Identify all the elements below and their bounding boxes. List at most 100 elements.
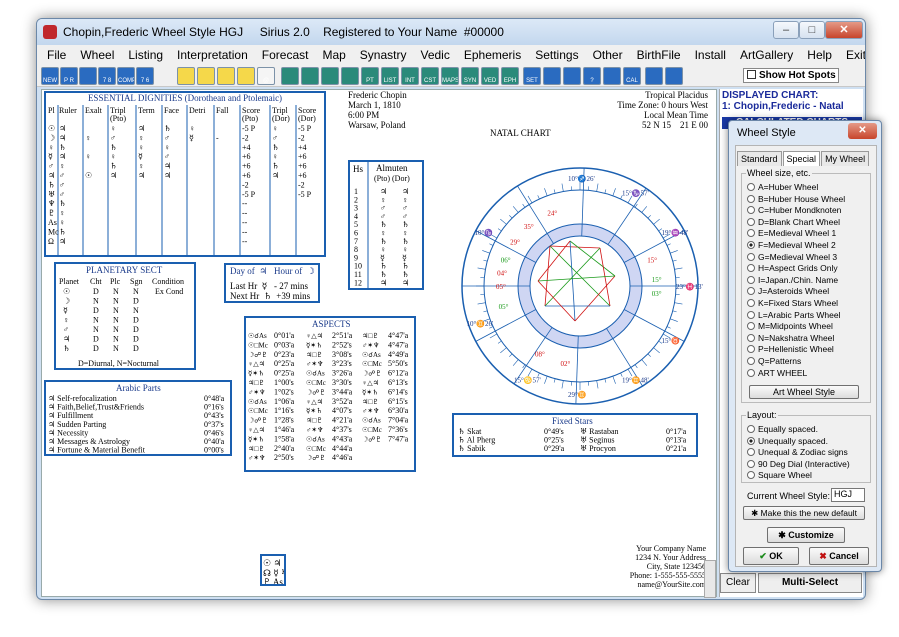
toolbar-button-icon[interactable]: 7 8 (98, 67, 116, 85)
sect-cell: D (93, 306, 99, 315)
ok-button[interactable]: ✔ OK (743, 547, 799, 565)
sect-cell: N (93, 325, 99, 334)
menu-interpretation[interactable]: Interpretation (177, 48, 248, 62)
dignities-grid: Pl Ruler Exalt Tripl(Pto)Term Face Detri Fall S… (48, 105, 317, 255)
tab-standard[interactable]: Standard (737, 151, 782, 166)
toolbar-button-icon[interactable]: @ (257, 67, 275, 85)
multi-select-button[interactable]: Multi-Select (758, 573, 862, 593)
customize-button[interactable]: ✱ Customize (767, 527, 845, 543)
toolbar-button-icon[interactable]: EPH (501, 67, 519, 85)
menu-vedic[interactable]: Vedic (420, 48, 449, 62)
toolbar-button-icon[interactable]: SYN (461, 67, 479, 85)
minimize-button[interactable]: – (773, 21, 799, 39)
wheel-option-radio[interactable]: E=Medieval Wheel 1 (747, 228, 836, 238)
wheel-option-radio[interactable]: G=Medieval Wheel 3 (747, 252, 837, 262)
toolbar-button-icon[interactable] (543, 67, 561, 85)
radio-circle-icon (747, 252, 755, 261)
art-wheel-style-button[interactable]: Art Wheel Style (749, 385, 859, 399)
toolbar-button-icon[interactable] (281, 67, 299, 85)
menu-settings[interactable]: Settings (535, 48, 578, 62)
natal-wheel[interactable]: 10°♐26' 15°♑57' 19°♒48' 23°♓13' 15°♉ 19°♊48' 2… (450, 156, 710, 416)
tab-my-wheel[interactable]: My Wheel (821, 151, 870, 166)
tab-special[interactable]: Special (782, 151, 821, 166)
layout-option-radio[interactable]: Unequally spaced. (747, 436, 828, 446)
menu-artgallery[interactable]: ArtGallery (740, 48, 793, 62)
maximize-button[interactable]: □ (799, 21, 825, 39)
dialog-close-button[interactable]: ✕ (848, 123, 877, 139)
toolbar-button-icon[interactable]: CAL (623, 67, 641, 85)
toolbar-button-icon[interactable] (645, 67, 663, 85)
layout-option-radio[interactable]: Equally spaced. (747, 424, 818, 434)
menu-wheel[interactable]: Wheel (80, 48, 114, 62)
toolbar-button-icon[interactable]: MAPS (441, 67, 459, 85)
toolbar-button-icon[interactable]: PT (361, 67, 379, 85)
canvas-scrollbar[interactable] (704, 560, 716, 598)
menu-listing[interactable]: Listing (128, 48, 163, 62)
layout-option-radio[interactable]: Unequal & Zodiac signs (747, 447, 848, 457)
wheel-option-radio[interactable]: J=Asteroids Wheel (747, 286, 829, 296)
toolbar-button-icon[interactable]: COMP (117, 67, 135, 85)
aspect-glyph: ♃□♇ (306, 417, 323, 425)
menu-forecast[interactable]: Forecast (262, 48, 309, 62)
toolbar-button-icon[interactable]: LIST (381, 67, 399, 85)
planet-degree: 08° (535, 351, 545, 359)
wheel-option-radio[interactable]: Q=Patterns (747, 356, 801, 366)
menu-birthfile[interactable]: BirthFile (637, 48, 681, 62)
close-button[interactable]: ✕ (825, 21, 863, 39)
wheel-option-radio[interactable]: K=Fixed Stars Wheel (747, 298, 838, 308)
toolbar-button-icon[interactable] (603, 67, 621, 85)
cusp-label: 15°♑57' (622, 188, 649, 197)
wheel-option-radio[interactable]: B=Huber House Wheel (747, 194, 845, 204)
sect-cell: N (113, 335, 119, 344)
toolbar-button-icon[interactable] (665, 67, 683, 85)
wheel-option-radio[interactable]: P=Hellenistic Wheel (747, 344, 834, 354)
toolbar-button-icon[interactable]: VED (481, 67, 499, 85)
wheel-option-radio[interactable]: H=Aspect Grids Only (747, 263, 838, 273)
toolbar-button-icon[interactable] (563, 67, 581, 85)
layout-option-radio[interactable]: 90 Deg Dial (Interactive) (747, 459, 850, 469)
toolbar-button-icon[interactable] (197, 67, 215, 85)
wheel-option-radio[interactable]: F=Medieval Wheel 2 (747, 240, 836, 250)
planet-degree: 06° (501, 256, 511, 264)
menu-install[interactable]: Install (695, 48, 726, 62)
toolbar-button-icon[interactable] (237, 67, 255, 85)
make-default-button[interactable]: ✱ Make this the new default (743, 506, 865, 520)
arabic-parts-grid: Arabic Parts♃ Self-refocalization 0°48'a♃… (48, 383, 225, 454)
toolbar-button-icon[interactable]: 7 6 (136, 67, 154, 85)
wheel-option-radio[interactable]: D=Blank Chart Wheel (747, 217, 840, 227)
dignity-cell: ♄ (272, 143, 279, 152)
wheel-option-radio[interactable]: ART WHEEL (747, 368, 807, 378)
toolbar-button-icon[interactable]: P R (60, 67, 78, 85)
menu-ephemeris[interactable]: Ephemeris (464, 48, 521, 62)
sect-cell: D (133, 335, 139, 344)
menu-exit[interactable]: Exit (846, 48, 865, 62)
wheel-option-radio[interactable]: C=Huber Mondknoten (747, 205, 841, 215)
toolbar-button-icon[interactable]: CST (421, 67, 439, 85)
displayed-chart-name[interactable]: 1: Chopin,Frederic - Natal (722, 101, 862, 114)
toolbar-button-icon[interactable]: SET (523, 67, 541, 85)
toolbar-button-icon[interactable] (217, 67, 235, 85)
cancel-button[interactable]: ✖ Cancel (809, 547, 869, 565)
toolbar-button-icon[interactable]: ? (583, 67, 601, 85)
toolbar-button-icon[interactable] (79, 67, 97, 85)
menu-file[interactable]: File (47, 48, 66, 62)
wheel-option-radio[interactable]: M=Midpoints Wheel (747, 321, 833, 331)
current-wheel-style-input[interactable]: HGJ (831, 488, 865, 502)
toolbar-button-icon[interactable] (341, 67, 359, 85)
menu-other[interactable]: Other (593, 48, 623, 62)
toolbar-button-icon[interactable]: NEW (41, 67, 59, 85)
toolbar-button-icon[interactable]: INT (401, 67, 419, 85)
menu-synastry[interactable]: Synastry (360, 48, 407, 62)
toolbar-button-icon[interactable] (177, 67, 195, 85)
wheel-option-radio[interactable]: A=Huber Wheel (747, 182, 818, 192)
wheel-option-radio[interactable]: N=Nakshatra Wheel (747, 333, 834, 343)
menu-help[interactable]: Help (807, 48, 832, 62)
toolbar-button-icon[interactable] (301, 67, 319, 85)
clear-button[interactable]: Clear (720, 573, 756, 593)
wheel-option-radio[interactable]: I=Japan./Chin. Name (747, 275, 838, 285)
toolbar-button-icon[interactable] (321, 67, 339, 85)
show-hot-spots-checkbox[interactable]: Show Hot Spots (743, 68, 839, 83)
wheel-option-radio[interactable]: L=Arabic Parts Wheel (747, 310, 840, 320)
menu-map[interactable]: Map (322, 48, 345, 62)
layout-option-radio[interactable]: Square Wheel (747, 470, 812, 480)
